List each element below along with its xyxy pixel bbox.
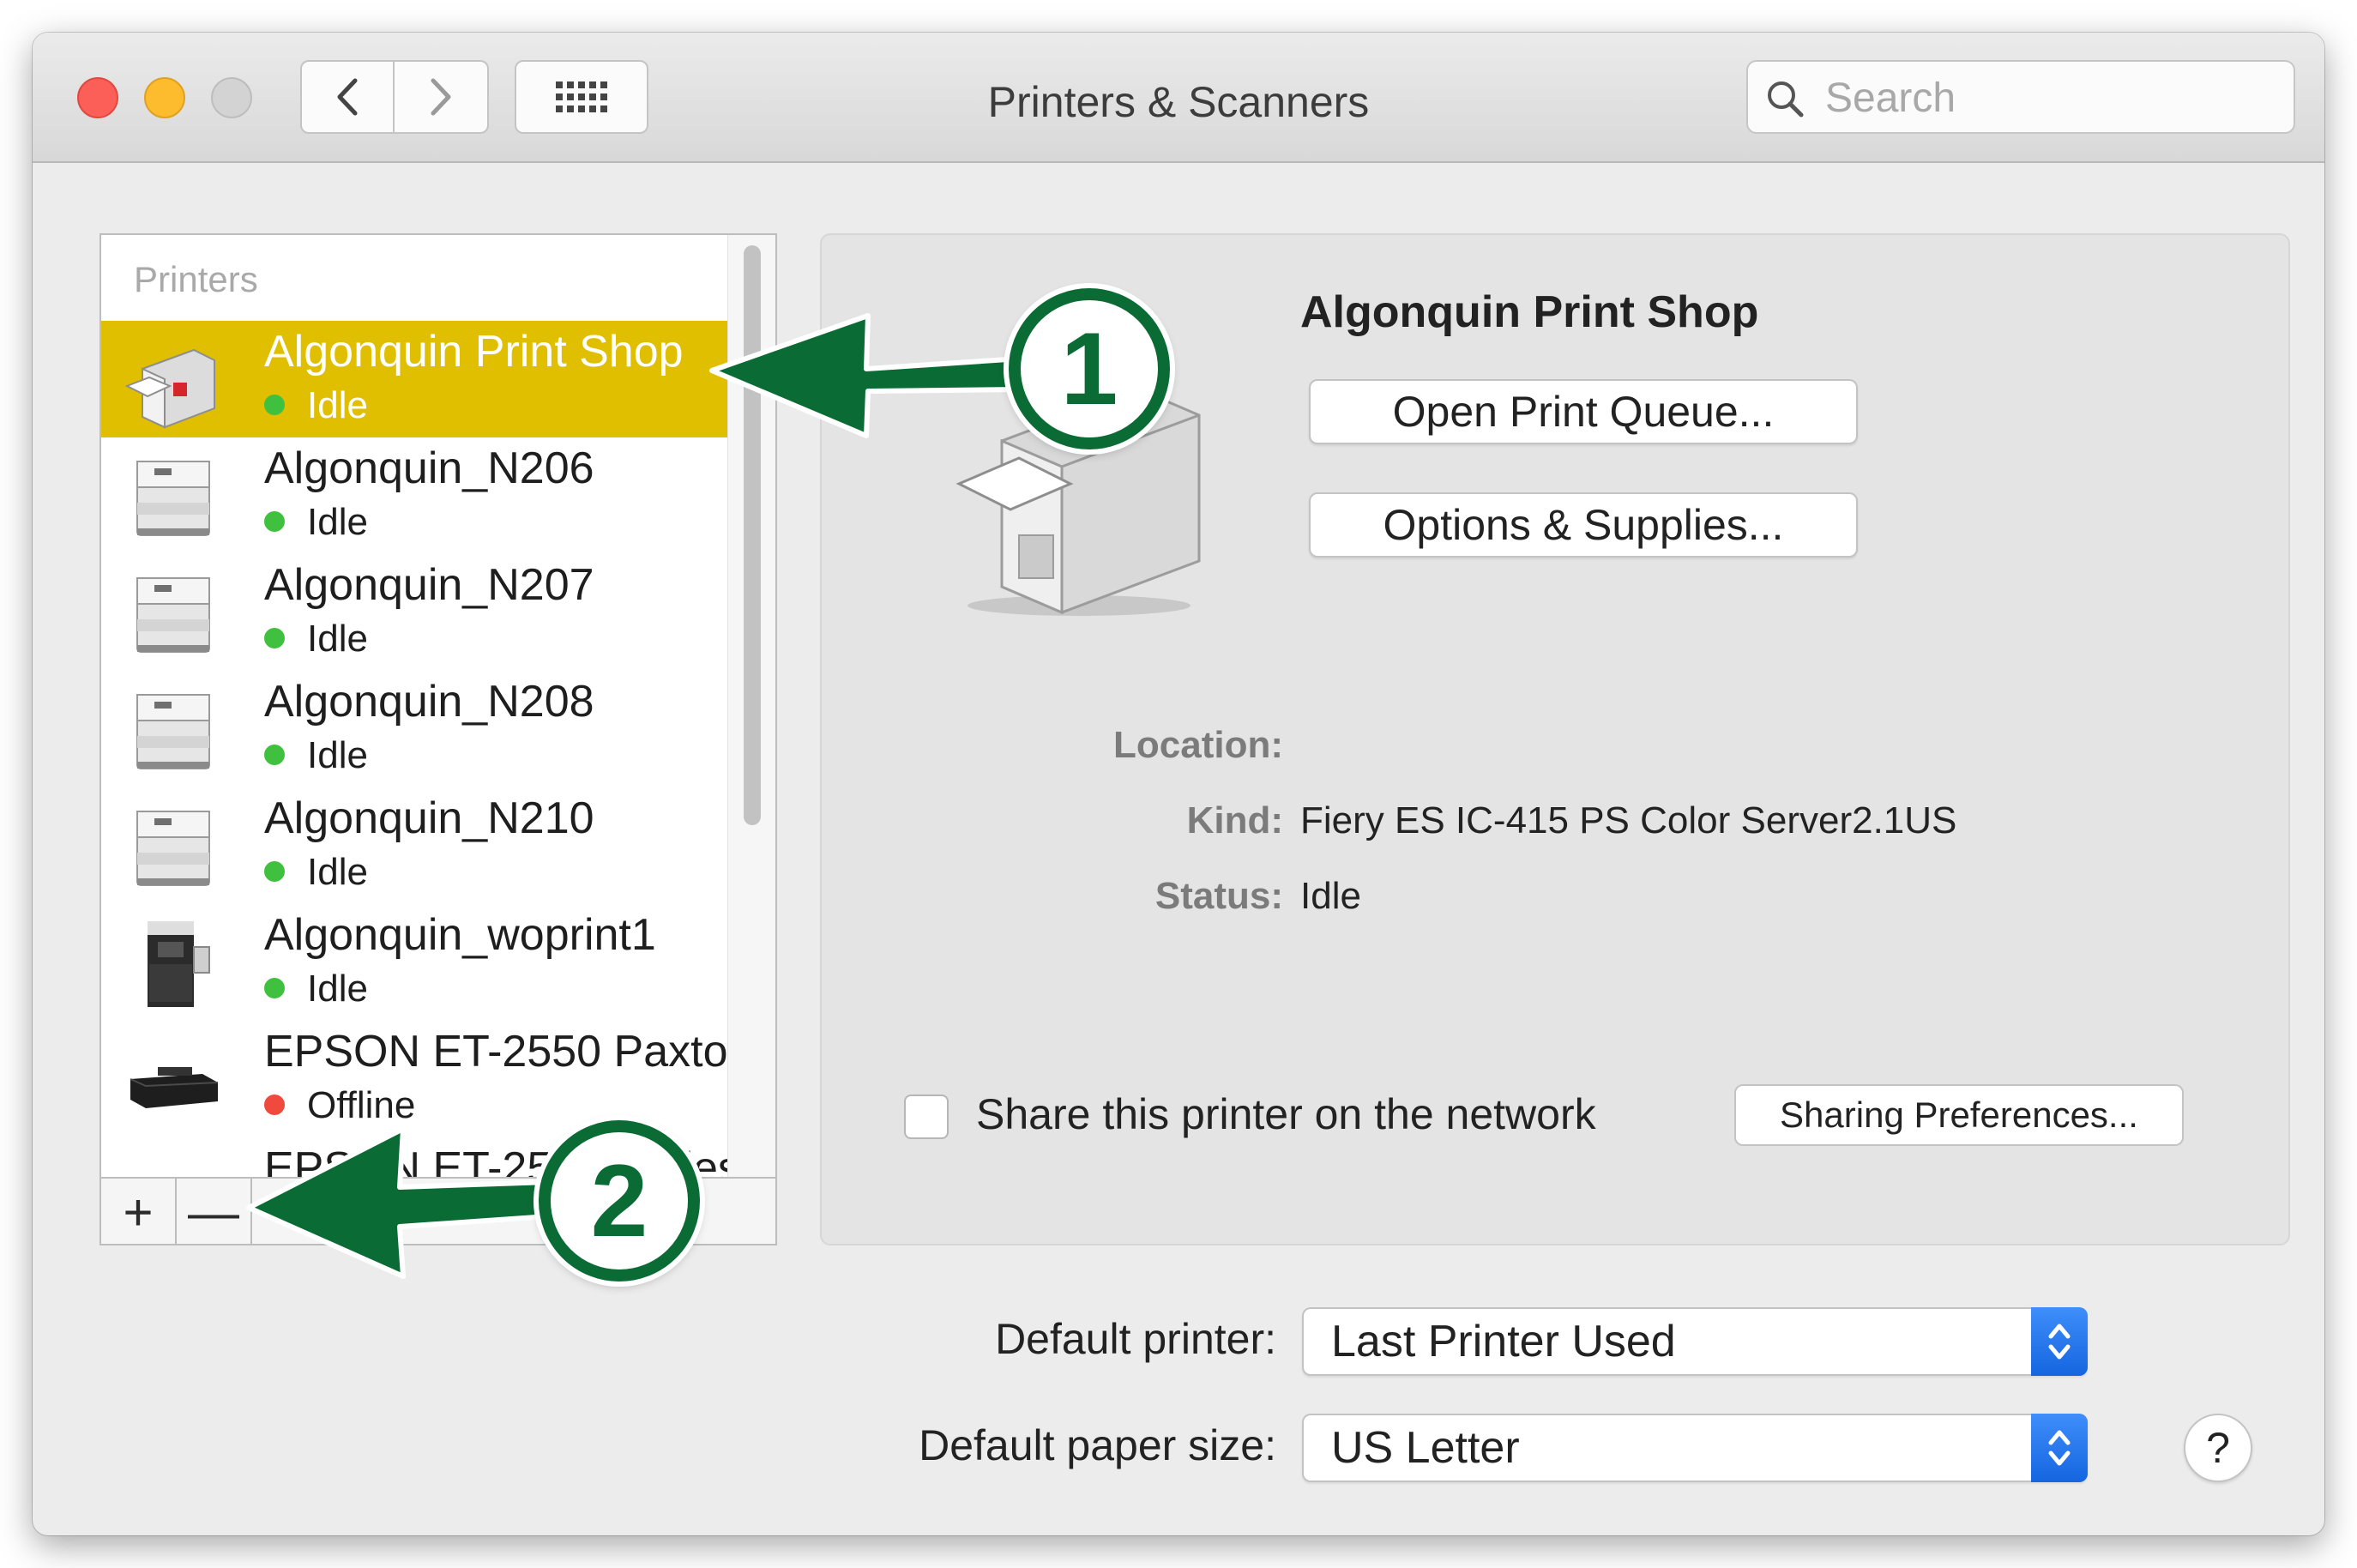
printer-rows: Algonquin Print Shop Idle Algonquin_N206 Id… — [101, 321, 727, 1244]
default-printer-popup[interactable]: Last Printer Used — [1302, 1307, 2088, 1376]
printer-status: Idle — [307, 384, 368, 426]
search-input[interactable] — [1824, 62, 2273, 134]
sharing-preferences-button[interactable]: Sharing Preferences... — [1734, 1084, 2184, 1146]
printers-scanners-window: Printers & Scanners Printers Algonquin P… — [33, 33, 2324, 1535]
default-printer-label: Default printer: — [995, 1315, 1276, 1363]
default-paper-label: Default paper size: — [919, 1421, 1276, 1469]
status-dot-icon — [264, 628, 285, 648]
list-scrollbar[interactable] — [727, 235, 775, 1177]
help-button[interactable]: ? — [2184, 1414, 2252, 1482]
kind-label: Kind: — [1186, 799, 1283, 841]
up-down-chevron-icon — [2048, 1324, 2071, 1360]
laser-printer-icon — [124, 446, 223, 546]
printer-name: Algonquin_N206 — [264, 443, 594, 493]
production-printer-icon — [124, 329, 223, 429]
share-printer-label[interactable]: Share this printer on the network — [976, 1089, 1596, 1139]
up-down-chevron-icon — [2048, 1430, 2071, 1466]
inkjet-printer-icon — [124, 1029, 223, 1129]
printer-name: EPSON ET-2550 Paxto — [264, 1027, 727, 1076]
printer-row[interactable]: Algonquin_N206 Idle — [101, 437, 727, 554]
search-field[interactable] — [1746, 60, 2295, 134]
selected-printer-name: Algonquin Print Shop — [1300, 287, 1759, 337]
scroll-thumb[interactable] — [744, 245, 761, 825]
default-printer-value: Last Printer Used — [1331, 1317, 1676, 1366]
default-paper-stepper[interactable] — [2031, 1414, 2088, 1482]
printer-status: Idle — [307, 618, 368, 660]
title-bar: Printers & Scanners — [33, 33, 2324, 163]
status-value: Idle — [1300, 875, 1361, 917]
printer-status: Idle — [307, 501, 368, 543]
printer-name: Algonquin Print Shop — [264, 327, 684, 377]
search-icon — [1768, 81, 1804, 118]
printer-name: Algonquin_woprint1 — [264, 910, 656, 960]
printer-row[interactable]: Algonquin_N207 Idle — [101, 554, 727, 671]
kind-value: Fiery ES IC-415 PS Color Server2.1US — [1300, 799, 1957, 841]
callout-2: 2 — [539, 1120, 700, 1282]
status-dot-icon — [264, 511, 285, 532]
laser-printer-icon — [124, 679, 223, 779]
printer-name: Algonquin_N210 — [264, 793, 594, 843]
default-paper-value: US Letter — [1331, 1423, 1520, 1473]
remove-printer-button[interactable]: — — [177, 1179, 252, 1244]
add-printer-button[interactable]: + — [101, 1179, 177, 1244]
list-header: Printers — [134, 259, 258, 299]
printer-status: Idle — [307, 734, 368, 776]
default-paper-popup[interactable]: US Letter — [1302, 1414, 2088, 1482]
printer-row[interactable]: Algonquin_N210 Idle — [101, 787, 727, 904]
printer-row[interactable]: EPSON ET-2550 Paxto Offline — [101, 1021, 727, 1137]
status-dot-icon — [264, 395, 285, 415]
printer-status: Idle — [307, 851, 368, 893]
status-dot-icon — [264, 861, 285, 882]
printer-list: Printers Algonquin Print Shop Idle Algonqu… — [99, 233, 777, 1245]
callout-1: 1 — [1009, 288, 1170, 449]
printer-status: Offline — [307, 1084, 416, 1126]
copier-icon — [124, 913, 223, 1012]
printer-row[interactable]: Algonquin_N208 Idle — [101, 671, 727, 787]
options-supplies-button[interactable]: Options & Supplies... — [1309, 492, 1858, 558]
printer-name: Algonquin_N208 — [264, 677, 594, 727]
printer-status: Idle — [307, 968, 368, 1010]
share-printer-checkbox[interactable] — [904, 1095, 949, 1139]
printer-name: Algonquin_N207 — [264, 560, 594, 610]
status-dot-icon — [264, 978, 285, 998]
location-label: Location: — [1113, 724, 1283, 766]
status-dot-icon — [264, 745, 285, 765]
laser-printer-icon — [124, 796, 223, 896]
status-label: Status: — [1154, 875, 1283, 917]
printer-row[interactable]: Algonquin Print Shop Idle — [101, 321, 727, 437]
status-dot-icon — [264, 1095, 285, 1115]
default-printer-stepper[interactable] — [2031, 1307, 2088, 1376]
printer-row[interactable]: Algonquin_woprint1 Idle — [101, 904, 727, 1021]
open-print-queue-button[interactable]: Open Print Queue... — [1309, 379, 1858, 444]
laser-printer-icon — [124, 563, 223, 662]
